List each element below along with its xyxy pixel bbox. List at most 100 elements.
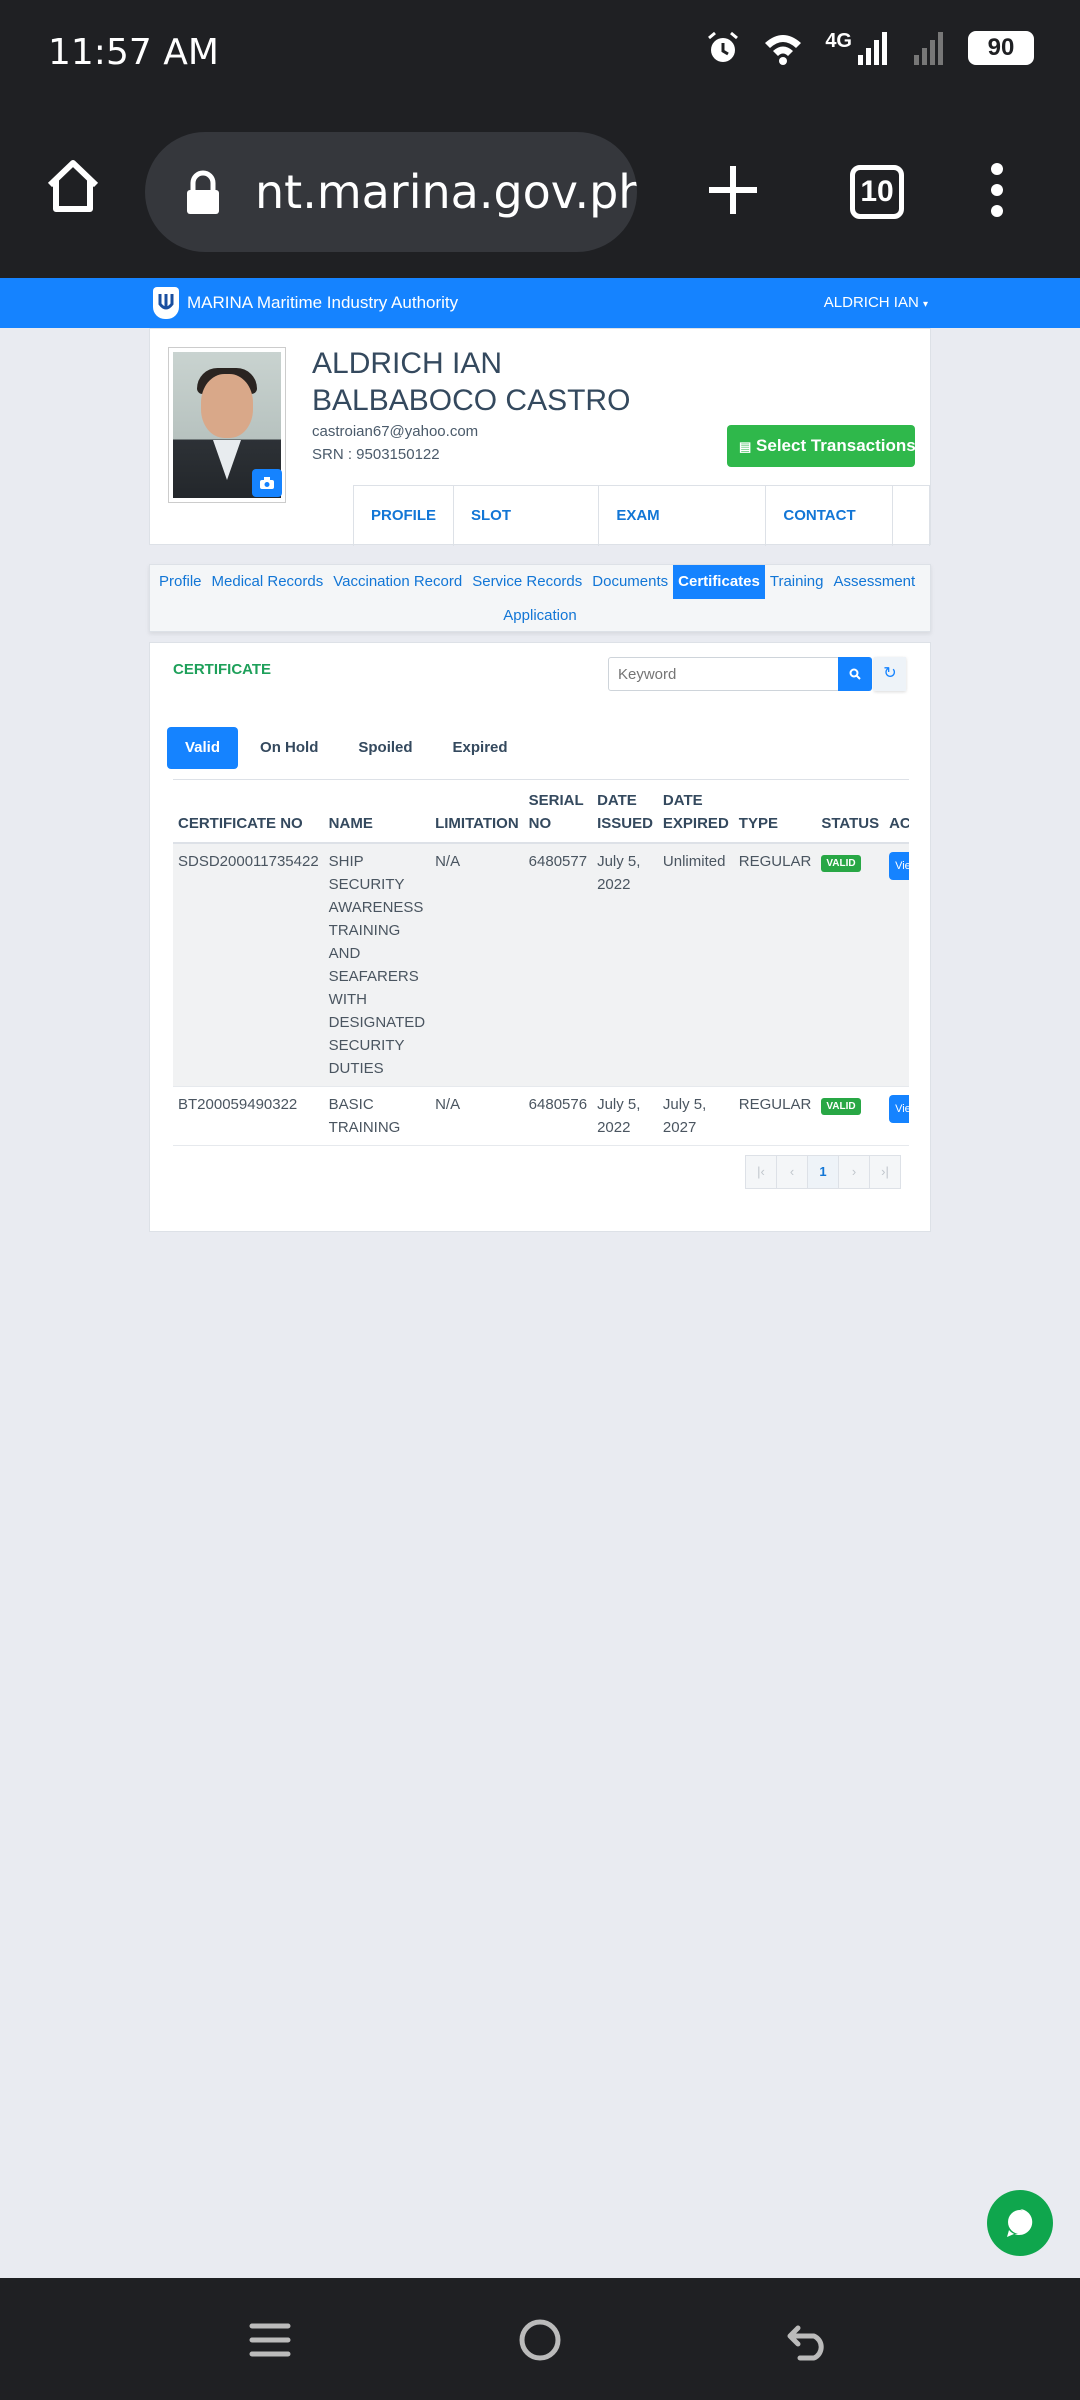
- chat-button[interactable]: [987, 2190, 1053, 2256]
- cell-type: REGULAR: [733, 843, 817, 1087]
- cell-serial-no: 6480577: [523, 843, 593, 1087]
- page-last-button[interactable]: ›|: [869, 1155, 901, 1189]
- brand-link[interactable]: MARINA Maritime Industry Authority: [153, 287, 458, 319]
- col-date-expired: DATE EXPIRED: [657, 785, 734, 844]
- select-transactions-button[interactable]: ▤ Select Transactions: [727, 425, 915, 467]
- address-bar[interactable]: nt.marina.gov.ph: [145, 132, 637, 252]
- subnav-application[interactable]: Application: [498, 607, 581, 624]
- cell-limitation: N/A: [430, 843, 524, 1087]
- cell-status: VALID: [816, 1086, 885, 1146]
- col-action: ACTION: [884, 785, 909, 844]
- profile-card: ALDRICH IAN BALBABOCO CASTRO castroian67…: [149, 328, 931, 584]
- tab-slot-locator[interactable]: SLOT LOCATOR: [453, 486, 598, 584]
- table-header-row: CERTIFICATE NO NAME LIMITATION SERIAL NO…: [173, 785, 909, 844]
- signal-icon-secondary: [914, 32, 943, 65]
- tabs-divider: [173, 779, 909, 780]
- status-icons: 4G 90: [705, 30, 1034, 66]
- user-menu-dropdown[interactable]: ALDRICH IAN ▾: [824, 294, 928, 311]
- network-label: 4G: [825, 29, 852, 52]
- status-badge: VALID: [821, 855, 861, 872]
- certificate-table-wrapper[interactable]: CERTIFICATE NO NAME LIMITATION SERIAL NO…: [173, 785, 909, 1146]
- col-serial-no: SERIAL NO: [523, 785, 593, 844]
- keyword-search-input[interactable]: [608, 657, 840, 691]
- page-current-button[interactable]: 1: [807, 1155, 839, 1189]
- camera-icon[interactable]: [252, 469, 282, 497]
- browser-toolbar: nt.marina.gov.ph 10: [0, 110, 1080, 278]
- certificate-table: CERTIFICATE NO NAME LIMITATION SERIAL NO…: [173, 785, 909, 1146]
- battery-icon: 90: [968, 31, 1034, 65]
- page-first-button[interactable]: |‹: [745, 1155, 777, 1189]
- certificate-title: CERTIFICATE: [173, 661, 272, 678]
- cell-status: VALID: [816, 843, 885, 1087]
- select-transactions-label: Select Transactions: [756, 436, 915, 455]
- subnav-training[interactable]: Training: [765, 565, 829, 599]
- col-limitation: LIMITATION: [430, 785, 524, 844]
- tab-expired[interactable]: Expired: [435, 727, 526, 769]
- col-type: TYPE: [733, 785, 817, 844]
- cell-serial-no: 6480576: [523, 1086, 593, 1146]
- profile-name-last: BALBABOCO CASTRO: [312, 384, 631, 417]
- subnav-vaccination-record[interactable]: Vaccination Record: [328, 565, 467, 599]
- subnav-service-records[interactable]: Service Records: [467, 565, 587, 599]
- subnav-certificates[interactable]: Certificates: [673, 565, 765, 599]
- signal-icon: [858, 32, 887, 65]
- records-subnav: Profile Medical Records Vaccination Reco…: [149, 564, 931, 632]
- subnav-assessment[interactable]: Assessment: [828, 565, 920, 599]
- url-text: nt.marina.gov.ph: [255, 165, 637, 219]
- tab-contact-us[interactable]: CONTACT US: [765, 486, 892, 584]
- chat-icon: [1007, 2209, 1033, 2237]
- subnav-medical-records[interactable]: Medical Records: [207, 565, 329, 599]
- cell-date-expired: Unlimited: [657, 843, 734, 1087]
- page-next-button[interactable]: ›: [838, 1155, 870, 1189]
- new-tab-icon[interactable]: [705, 162, 761, 218]
- search-icon: [849, 668, 861, 680]
- tab-valid[interactable]: Valid: [167, 727, 239, 769]
- profile-tabs: PROFILE SLOT LOCATOR EXAM SCHEDULES CONT…: [353, 485, 930, 584]
- tab-on-hold[interactable]: On Hold: [242, 727, 336, 769]
- back-icon[interactable]: [786, 2318, 830, 2362]
- subnav-documents[interactable]: Documents: [587, 565, 673, 599]
- page-prev-button[interactable]: ‹: [776, 1155, 808, 1189]
- tab-exam-schedules[interactable]: EXAM SCHEDULES: [598, 486, 765, 584]
- tab-switcher-button[interactable]: 10: [850, 165, 904, 219]
- recents-icon[interactable]: [248, 2318, 292, 2362]
- profile-srn: SRN : 9503150122: [312, 446, 440, 463]
- cell-name: BASIC TRAINING: [323, 1086, 431, 1146]
- cell-action: View: [884, 1086, 909, 1146]
- cell-certificate-no: BT200059490322: [173, 1086, 324, 1146]
- view-button[interactable]: View: [889, 852, 909, 880]
- home-icon[interactable]: [42, 155, 104, 217]
- col-status: STATUS: [816, 785, 885, 844]
- menu-dots-icon[interactable]: [985, 162, 1009, 218]
- lock-icon: [187, 170, 219, 214]
- profile-name: ALDRICH IAN BALBABOCO CASTRO: [312, 345, 630, 419]
- cell-name: SHIP SECURITY AWARENESS TRAINING AND SEA…: [323, 843, 431, 1087]
- status-bar: 11:57 AM 4G 90: [0, 0, 1080, 110]
- profile-name-first: ALDRICH IAN: [312, 347, 503, 380]
- cell-action: View: [884, 843, 909, 1087]
- status-time: 11:57 AM: [48, 32, 219, 73]
- marina-logo-icon: [153, 287, 179, 319]
- view-button[interactable]: View: [889, 1095, 909, 1123]
- cell-date-issued: July 5, 2022: [592, 1086, 658, 1146]
- home-nav-icon[interactable]: [518, 2318, 562, 2362]
- table-row: BT200059490322 BASIC TRAINING N/A 648057…: [173, 1086, 909, 1146]
- refresh-button[interactable]: ↻: [874, 657, 906, 691]
- tab-spoiled[interactable]: Spoiled: [340, 727, 430, 769]
- cell-certificate-no: SDSD200011735422: [173, 843, 324, 1087]
- system-navigation-bar: [0, 2278, 1080, 2400]
- wifi-icon: [765, 35, 802, 65]
- tab-filler: [892, 486, 930, 546]
- brand-name: MARINA Maritime Industry Authority: [187, 293, 459, 312]
- tab-profile[interactable]: PROFILE: [353, 486, 453, 546]
- status-badge: VALID: [821, 1098, 861, 1115]
- caret-down-icon: ▾: [922, 299, 928, 310]
- subnav-profile[interactable]: Profile: [154, 565, 207, 599]
- refresh-icon: ↻: [883, 665, 897, 682]
- profile-email: castroian67@yahoo.com: [312, 423, 479, 440]
- cell-date-issued: July 5, 2022: [592, 843, 658, 1087]
- col-date-issued: DATE ISSUED: [592, 785, 658, 844]
- search-button[interactable]: [838, 657, 872, 691]
- cell-limitation: N/A: [430, 1086, 524, 1146]
- table-row: SDSD200011735422 SHIP SECURITY AWARENESS…: [173, 843, 909, 1087]
